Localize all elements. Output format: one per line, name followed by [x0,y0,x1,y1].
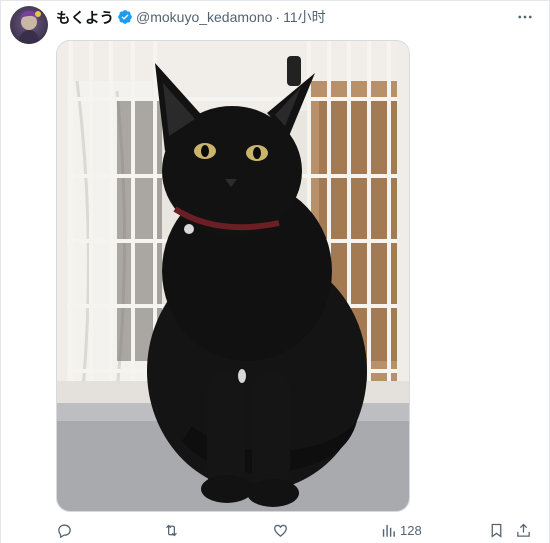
timestamp[interactable]: 11小时 [283,7,326,27]
verified-badge-icon [117,9,133,25]
views-icon [382,524,395,537]
display-name[interactable]: もくよう [56,7,114,28]
separator: · [275,9,281,25]
like-icon[interactable] [272,518,289,542]
tweet-photo[interactable] [56,40,410,512]
views-count: 128 [400,522,422,538]
reply-icon[interactable] [56,518,73,542]
more-icon[interactable] [514,6,536,28]
retweet-icon[interactable] [163,518,180,542]
avatar[interactable] [10,6,48,44]
tweet-actions: 128 [0,518,550,542]
bookmark-icon[interactable] [488,518,505,542]
handle[interactable]: @mokuyo_kedamono [136,9,272,25]
tweet-header: もくよう @mokuyo_kedamono · 11小时 [56,7,326,28]
views-button[interactable]: 128 [380,518,422,542]
frame-top-border [0,0,550,1]
share-icon[interactable] [515,518,532,542]
frame-left-border [0,0,1,543]
